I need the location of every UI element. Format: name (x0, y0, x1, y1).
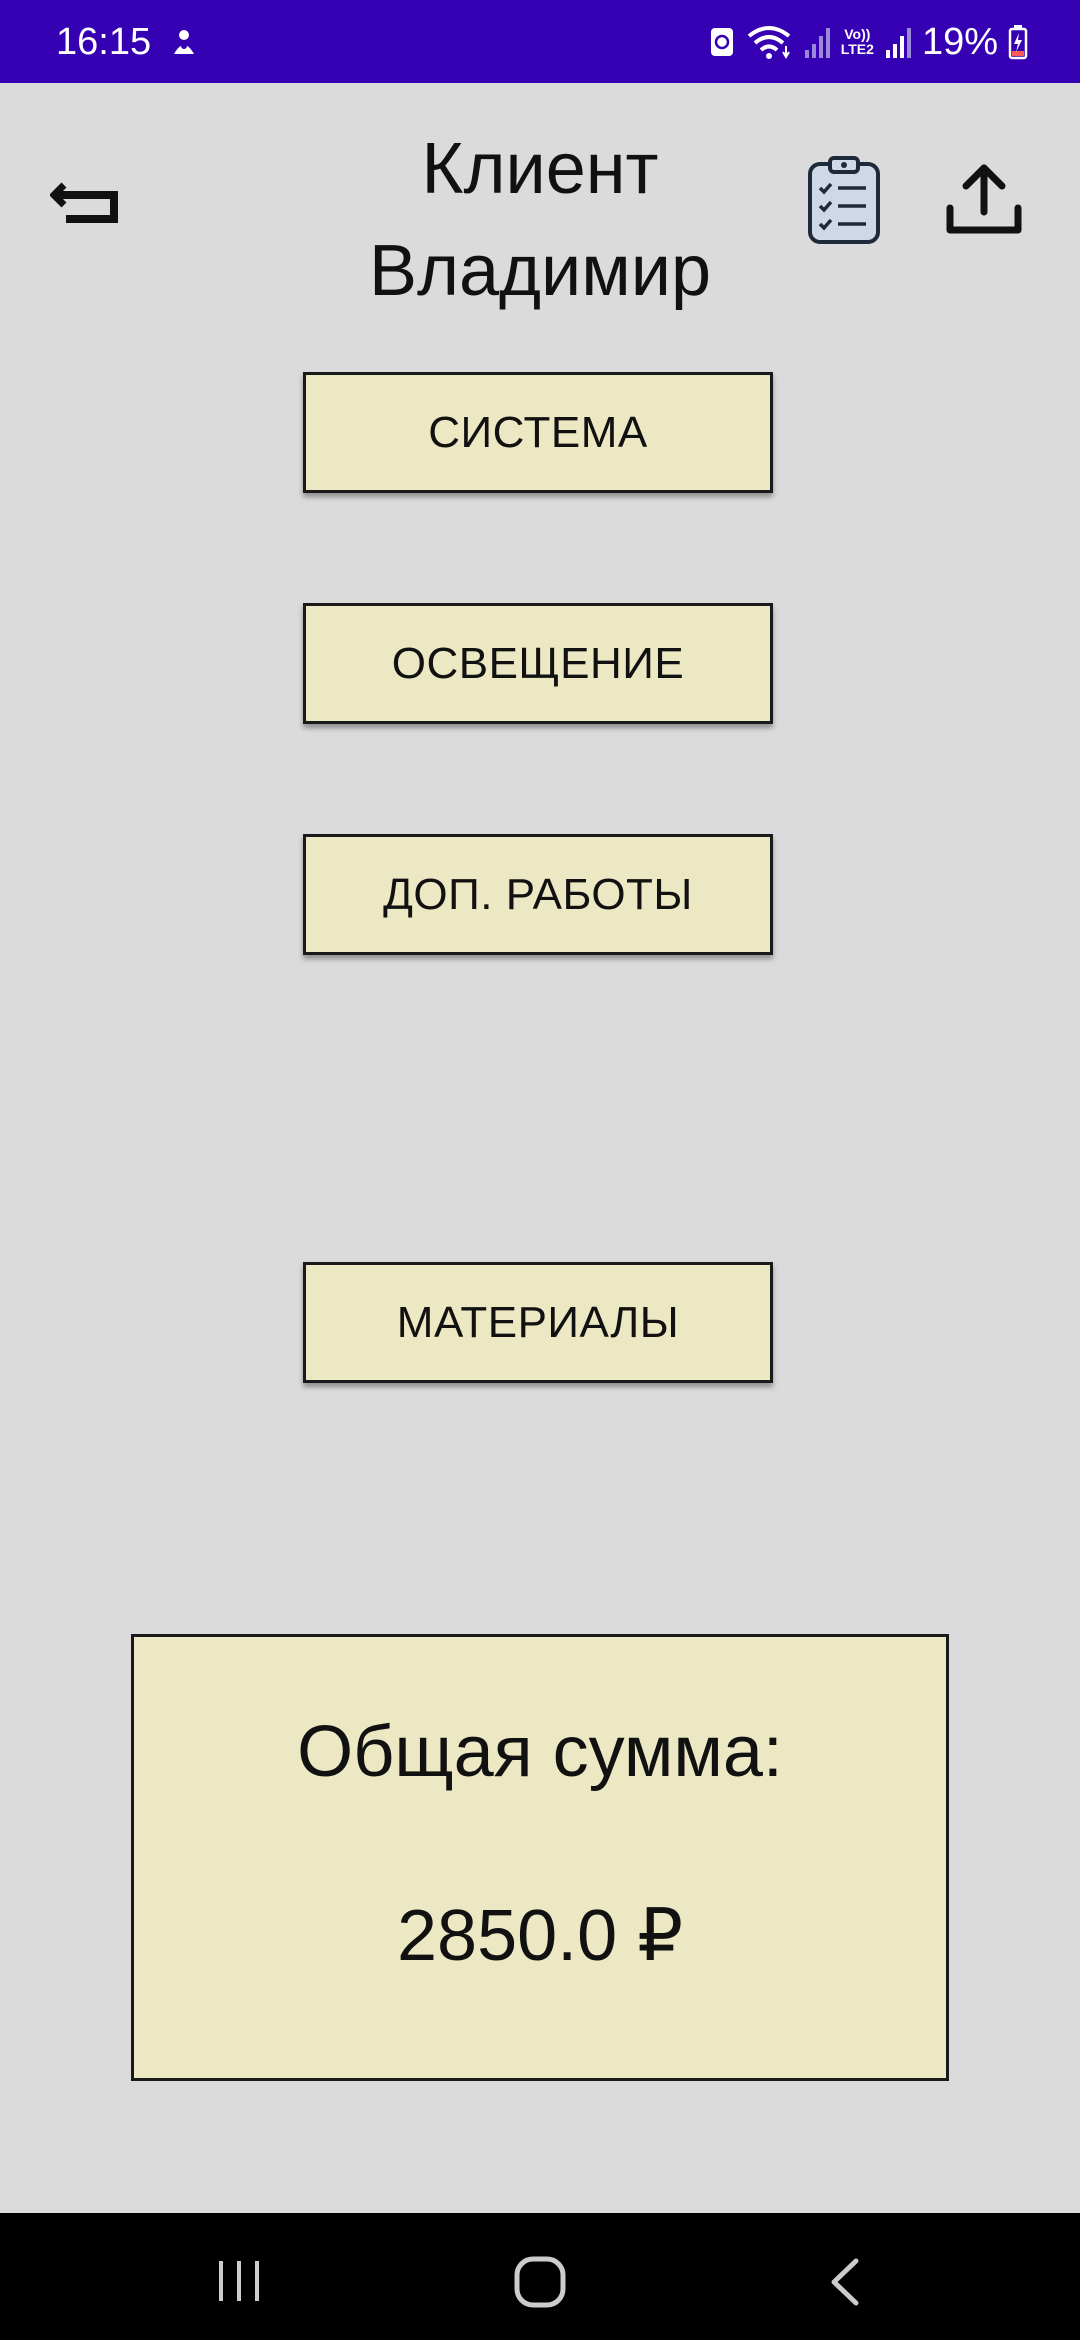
sync-icon (710, 28, 733, 56)
lte-label: Vo)) LTE2 (840, 26, 874, 57)
wifi-icon (747, 26, 790, 59)
total-sum-panel: Общая сумма: 2850.0 ₽ (131, 1634, 949, 2081)
status-right-group: Vo)) LTE2 19% (709, 18, 1028, 66)
status-time: 16:15 (56, 21, 152, 63)
battery-percent: 19% (921, 21, 998, 63)
home-icon[interactable] (513, 2255, 567, 2309)
signal-1-icon (804, 28, 830, 58)
total-sum-label: Общая сумма: (297, 1712, 783, 1792)
share-upload-icon[interactable] (944, 160, 1024, 240)
system-nav-bar (0, 2213, 1080, 2340)
total-sum-value: 2850.0 ₽ (396, 1896, 684, 1976)
back-return-icon[interactable] (50, 165, 122, 237)
page-title: Клиент Владимир (368, 129, 712, 311)
extra-work-button[interactable]: ДОП. РАБОТЫ (303, 834, 773, 955)
signal-2-icon (885, 28, 911, 58)
system-button[interactable]: СИСТЕМА (303, 372, 773, 493)
materials-button[interactable]: МАТЕРИАЛЫ (303, 1262, 773, 1383)
notification-app-icon (174, 30, 194, 54)
lighting-button[interactable]: ОСВЕЩЕНИЕ (303, 603, 773, 724)
recent-apps-icon[interactable] (213, 2259, 265, 2303)
nav-back-icon[interactable] (826, 2257, 862, 2307)
battery-icon (1008, 25, 1028, 60)
status-bar: 16:15 Vo)) LTE2 19% (0, 0, 1080, 83)
clipboard-checklist-icon[interactable] (806, 156, 882, 246)
